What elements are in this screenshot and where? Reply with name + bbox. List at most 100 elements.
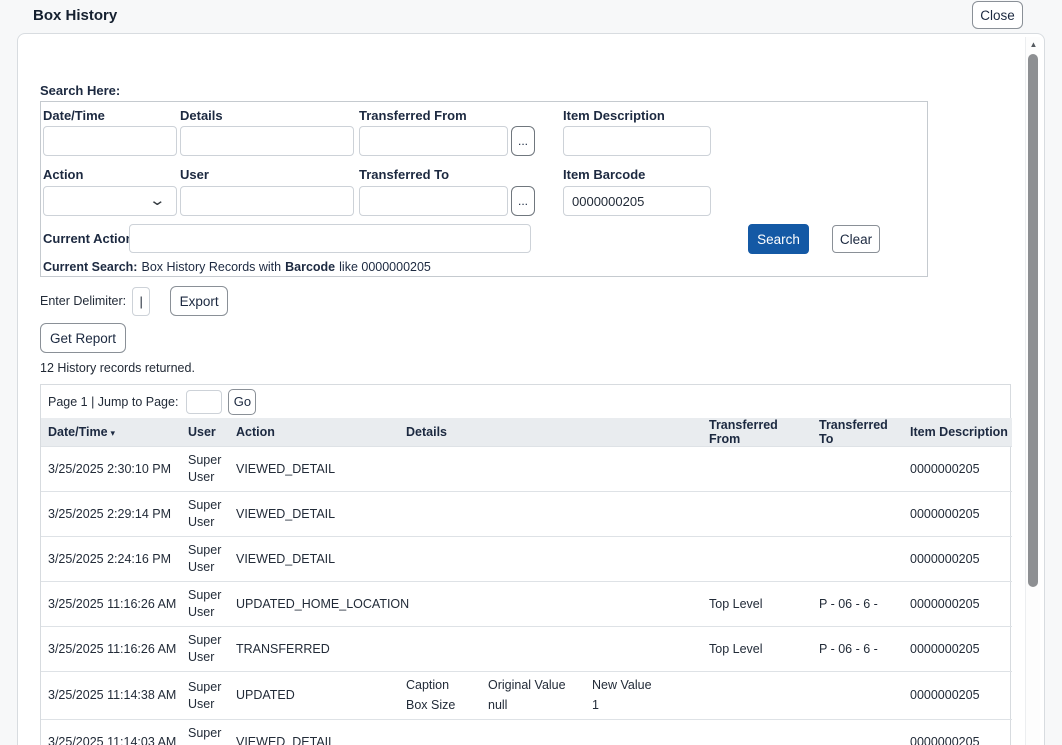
cell-details: [399, 537, 702, 582]
table-row: 3/25/2025 11:16:26 AM Super User UPDATED…: [41, 582, 1012, 627]
cell-datetime: 3/25/2025 11:16:26 AM: [41, 627, 181, 672]
cell-transferred-from: [702, 720, 812, 745]
cell-item-description: 0000000205: [903, 672, 1012, 720]
table-row: 3/25/2025 2:30:10 PM Super User VIEWED_D…: [41, 447, 1012, 492]
cell-user: Super User: [181, 447, 229, 492]
vertical-scrollbar[interactable]: ▲: [1025, 37, 1040, 745]
transferred-from-input[interactable]: [359, 126, 508, 156]
table-row: 3/25/2025 2:29:14 PM Super User VIEWED_D…: [41, 492, 1012, 537]
cell-user: Super User: [181, 720, 229, 745]
cell-details: [399, 720, 702, 745]
box-history-panel: Search Here: Date/Time Details Transferr…: [17, 33, 1045, 745]
cell-details: [399, 582, 702, 627]
jump-to-page-input[interactable]: [186, 390, 222, 414]
transferred-to-lookup-button[interactable]: ...: [511, 186, 535, 216]
cell-action: TRANSFERRED: [229, 627, 399, 672]
chevron-down-icon: ⌄: [149, 196, 167, 206]
cell-details: [399, 492, 702, 537]
cell-action: UPDATED_HOME_LOCATION: [229, 582, 399, 627]
detail-original-label: Original Value: [488, 676, 592, 695]
detail-caption-label: Caption: [406, 676, 488, 695]
transferred-from-label: Transferred From: [359, 108, 467, 123]
details-label: Details: [180, 108, 223, 123]
cell-action: UPDATED: [229, 672, 399, 720]
cell-user: Super User: [181, 582, 229, 627]
col-details[interactable]: Details: [399, 418, 702, 447]
search-form: Date/Time Details Transferred From Item …: [40, 101, 928, 277]
cell-details: [399, 627, 702, 672]
sort-desc-icon: ▾: [111, 428, 116, 438]
cell-action: VIEWED_DETAIL: [229, 720, 399, 745]
cell-user: Super User: [181, 492, 229, 537]
col-action[interactable]: Action: [229, 418, 399, 447]
current-action-input[interactable]: [129, 224, 531, 253]
cell-user: Super User: [181, 627, 229, 672]
page-title: Box History: [33, 7, 117, 24]
cell-details: [399, 447, 702, 492]
go-button[interactable]: Go: [228, 389, 256, 415]
cell-datetime: 3/25/2025 2:30:10 PM: [41, 447, 181, 492]
cell-transferred-to: P - 06 - 6 -: [812, 582, 903, 627]
table-header-row: Date/Time▾ User Action Details Transferr…: [41, 418, 1012, 447]
col-transferred-to[interactable]: Transferred To: [812, 418, 903, 447]
transferred-to-input[interactable]: [359, 186, 508, 216]
col-transferred-from[interactable]: Transferred From: [702, 418, 812, 447]
item-description-input[interactable]: [563, 126, 711, 156]
search-button[interactable]: Search: [748, 224, 809, 254]
cell-datetime: 3/25/2025 11:14:38 AM: [41, 672, 181, 720]
action-select[interactable]: ⌄: [43, 186, 177, 216]
details-input[interactable]: [180, 126, 354, 156]
table-row: 3/25/2025 11:14:03 AM Super User VIEWED_…: [41, 720, 1012, 745]
scrollbar-up-arrow-icon[interactable]: ▲: [1028, 40, 1039, 49]
detail-original-value: null: [488, 696, 592, 715]
current-search-barcode: Barcode: [285, 260, 335, 274]
history-table: Date/Time▾ User Action Details Transferr…: [41, 418, 1012, 745]
table-row: 3/25/2025 11:16:26 AM Super User TRANSFE…: [41, 627, 1012, 672]
cell-action: VIEWED_DETAIL: [229, 537, 399, 582]
cell-datetime: 3/25/2025 11:14:03 AM: [41, 720, 181, 745]
item-barcode-label: Item Barcode: [563, 167, 645, 182]
cell-transferred-to: [812, 537, 903, 582]
current-search-text: Current Search:Box History Records withB…: [43, 260, 435, 274]
detail-caption-value: Box Size: [406, 696, 488, 715]
cell-item-description: 0000000205: [903, 627, 1012, 672]
col-datetime-label: Date/Time: [48, 425, 108, 439]
update-detail-grid: Caption Box Size Original Value null New…: [406, 676, 702, 715]
cell-transferred-to: [812, 447, 903, 492]
transferred-to-label: Transferred To: [359, 167, 449, 182]
get-report-button[interactable]: Get Report: [40, 323, 126, 353]
pagination-row: Page 1 | Jump to Page: Go: [41, 385, 1010, 418]
cell-details: Caption Box Size Original Value null New…: [399, 672, 702, 720]
cell-item-description: 0000000205: [903, 582, 1012, 627]
detail-caption-col: Caption Box Size: [406, 676, 488, 715]
cell-action: VIEWED_DETAIL: [229, 447, 399, 492]
detail-new-label: New Value: [592, 676, 702, 695]
user-input[interactable]: [180, 186, 354, 216]
scrollbar-thumb[interactable]: [1028, 54, 1038, 587]
export-button[interactable]: Export: [170, 286, 228, 316]
datetime-input[interactable]: [43, 126, 177, 156]
col-datetime[interactable]: Date/Time▾: [41, 418, 181, 447]
detail-new-value: 1: [592, 696, 702, 715]
cell-item-description: 0000000205: [903, 720, 1012, 745]
item-barcode-input[interactable]: [563, 186, 711, 216]
clear-button[interactable]: Clear: [832, 225, 880, 253]
col-user[interactable]: User: [181, 418, 229, 447]
action-label: Action: [43, 167, 83, 182]
col-item-description[interactable]: Item Description: [903, 418, 1012, 447]
page-indicator: Page 1 | Jump to Page:: [48, 395, 178, 409]
search-here-label: Search Here:: [40, 83, 1012, 99]
table-row: 3/25/2025 11:14:38 AM Super User UPDATED…: [41, 672, 1012, 720]
record-count-text: 12 History records returned.: [40, 361, 1012, 377]
cell-transferred-from: Top Level: [702, 582, 812, 627]
results-table-container: Page 1 | Jump to Page: Go Date/Time▾ Use…: [40, 384, 1011, 745]
current-search-part2: like 0000000205: [339, 260, 431, 274]
transferred-from-lookup-button[interactable]: ...: [511, 126, 535, 156]
delimiter-input[interactable]: [132, 287, 150, 316]
delimiter-row: Enter Delimiter: Export: [40, 286, 1012, 316]
cell-item-description: 0000000205: [903, 447, 1012, 492]
user-label: User: [180, 167, 209, 182]
close-button[interactable]: Close: [972, 1, 1023, 29]
datetime-label: Date/Time: [43, 108, 105, 123]
cell-transferred-from: [702, 447, 812, 492]
